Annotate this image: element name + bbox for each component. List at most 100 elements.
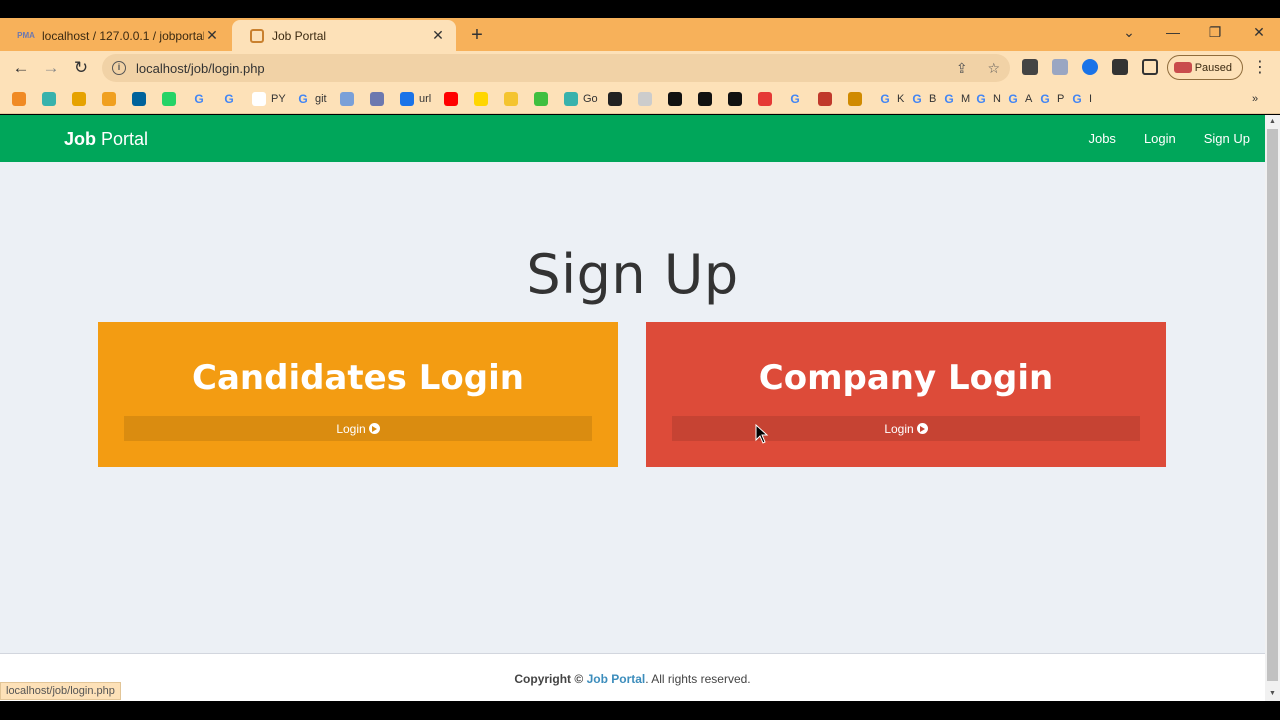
extension-icon[interactable]	[1052, 59, 1068, 75]
bookmark-item[interactable]	[608, 91, 627, 107]
web-page: Job Portal Jobs Login Sign Up Sign Up Ca…	[0, 115, 1265, 701]
restore-icon[interactable]: ❐	[1200, 24, 1230, 41]
tab-job-portal[interactable]: Job Portal ✕	[232, 20, 456, 51]
extension-icon[interactable]	[1082, 59, 1098, 75]
footer-link[interactable]: Job Portal	[587, 672, 646, 686]
minimize-icon[interactable]: —	[1158, 24, 1188, 40]
url-text: localhost/job/login.php	[136, 60, 265, 76]
nav-signup[interactable]: Sign Up	[1204, 131, 1250, 146]
avatar	[1174, 62, 1192, 73]
bookmarks-bar: G G PY Ggit url Go G G K G B G M G N G A G P G I»	[0, 84, 1280, 114]
scroll-up-icon[interactable]: ▲	[1265, 115, 1280, 129]
window-close-icon[interactable]: ✕	[1244, 24, 1274, 41]
page-icon	[250, 28, 264, 43]
bookmark-item[interactable]	[668, 91, 687, 107]
site-footer: Copyright © Job Portal. All rights reser…	[0, 653, 1265, 701]
bookmark-item[interactable]: GB	[910, 91, 936, 107]
copyright-text: Copyright ©	[514, 672, 584, 686]
bookmark-item[interactable]: GI	[1070, 91, 1092, 107]
tab-title: localhost / 127.0.0.1 / jobportal /	[42, 28, 204, 43]
browser-tab-strip: PMA localhost / 127.0.0.1 / jobportal / …	[0, 18, 1280, 51]
star-icon[interactable]: ☆	[987, 60, 1000, 76]
bookmark-item[interactable]	[504, 91, 523, 107]
bookmark-item[interactable]	[12, 91, 31, 107]
nav-jobs[interactable]: Jobs	[1088, 131, 1115, 146]
bookmark-item[interactable]: G	[788, 91, 807, 107]
more-bookmarks-icon[interactable]: »	[1252, 91, 1258, 107]
bookmark-item[interactable]	[444, 91, 463, 107]
bookmark-item[interactable]	[72, 91, 91, 107]
bookmark-item[interactable]: url	[400, 91, 431, 107]
arrow-circle-right-icon	[916, 423, 928, 434]
reload-icon[interactable]: ↻	[70, 57, 92, 79]
company-login-card: Company Login Login	[646, 322, 1166, 467]
bookmark-item[interactable]: Go	[564, 91, 598, 107]
bookmark-item[interactable]: GK	[878, 91, 904, 107]
bookmark-item[interactable]	[370, 91, 389, 107]
new-tab-button[interactable]: +	[466, 24, 488, 47]
google-icon: G	[1008, 92, 1018, 106]
scrollbar-thumb[interactable]	[1267, 129, 1278, 681]
brand-rest: Portal	[96, 129, 149, 149]
share-icon[interactable]: ⇪	[956, 60, 968, 76]
youtube-icon	[444, 92, 458, 106]
scrollbar[interactable]: ▲ ▼	[1265, 115, 1280, 701]
bookmark-label: K	[897, 93, 905, 105]
extension-icon[interactable]	[1022, 59, 1038, 75]
bookmark-item[interactable]	[132, 91, 151, 107]
arrow-circle-right-icon	[368, 423, 380, 434]
bookmark-icon	[758, 92, 772, 106]
bookmark-item[interactable]	[340, 91, 359, 107]
mouse-cursor-icon	[755, 424, 769, 444]
bookmark-icon	[12, 92, 26, 106]
google-icon: G	[912, 92, 922, 106]
bookmark-item[interactable]: GP	[1038, 91, 1064, 107]
bookmark-item[interactable]: Ggit	[296, 91, 326, 107]
bookmark-item[interactable]: GA	[1006, 91, 1032, 107]
forward-icon[interactable]: →	[40, 57, 62, 79]
bookmark-item[interactable]	[534, 91, 553, 107]
info-icon[interactable]: i	[112, 61, 126, 75]
bookmark-item[interactable]: PY	[252, 91, 286, 107]
bookmark-label: N	[993, 93, 1001, 105]
candidates-login-button[interactable]: Login	[124, 416, 592, 441]
card-title: Candidates Login	[192, 358, 524, 398]
back-icon[interactable]: ←	[10, 57, 32, 79]
bookmark-item[interactable]: GN	[974, 91, 1001, 107]
google-icon: G	[194, 92, 204, 106]
bookmark-item[interactable]	[102, 91, 121, 107]
google-icon: G	[1040, 92, 1050, 106]
brand-logo[interactable]: Job Portal	[64, 129, 148, 150]
bookmark-item[interactable]	[818, 91, 837, 107]
bookmark-item[interactable]	[638, 91, 657, 107]
close-icon[interactable]: ✕	[430, 27, 446, 44]
puzzle-icon[interactable]	[1112, 59, 1128, 75]
scroll-down-icon[interactable]: ▼	[1265, 687, 1280, 701]
bookmark-item[interactable]: G	[192, 91, 211, 107]
bookmark-item[interactable]	[42, 91, 61, 107]
sidebar-icon[interactable]	[1142, 59, 1158, 75]
bookmark-icon	[400, 92, 414, 106]
google-icon: G	[1072, 92, 1082, 106]
card-title: Company Login	[758, 358, 1054, 398]
bookmark-item[interactable]: GM	[942, 91, 970, 107]
profile-button[interactable]: Paused	[1167, 55, 1243, 80]
address-bar[interactable]: i localhost/job/login.php ⇪ ☆	[102, 54, 1010, 82]
bookmark-item[interactable]	[474, 91, 493, 107]
bookmark-item[interactable]	[728, 91, 747, 107]
nav-login[interactable]: Login	[1144, 131, 1176, 146]
tab-phpmyadmin[interactable]: PMA localhost / 127.0.0.1 / jobportal / …	[0, 20, 230, 51]
bookmark-icon	[638, 92, 652, 106]
status-url: localhost/job/login.php	[0, 682, 121, 700]
nav-links: Jobs Login Sign Up	[1060, 131, 1250, 146]
bookmark-item[interactable]	[698, 91, 717, 107]
chevron-down-icon[interactable]: ⌄	[1114, 24, 1144, 41]
bookmark-item[interactable]	[162, 91, 181, 107]
bookmark-item[interactable]	[848, 91, 867, 107]
menu-icon[interactable]: ⋮	[1252, 57, 1268, 77]
company-login-button[interactable]: Login	[672, 416, 1140, 441]
bookmark-item[interactable]	[758, 91, 777, 107]
bookmark-item[interactable]: G	[222, 91, 241, 107]
bookmark-icon	[698, 92, 712, 106]
close-icon[interactable]: ✕	[204, 27, 220, 44]
